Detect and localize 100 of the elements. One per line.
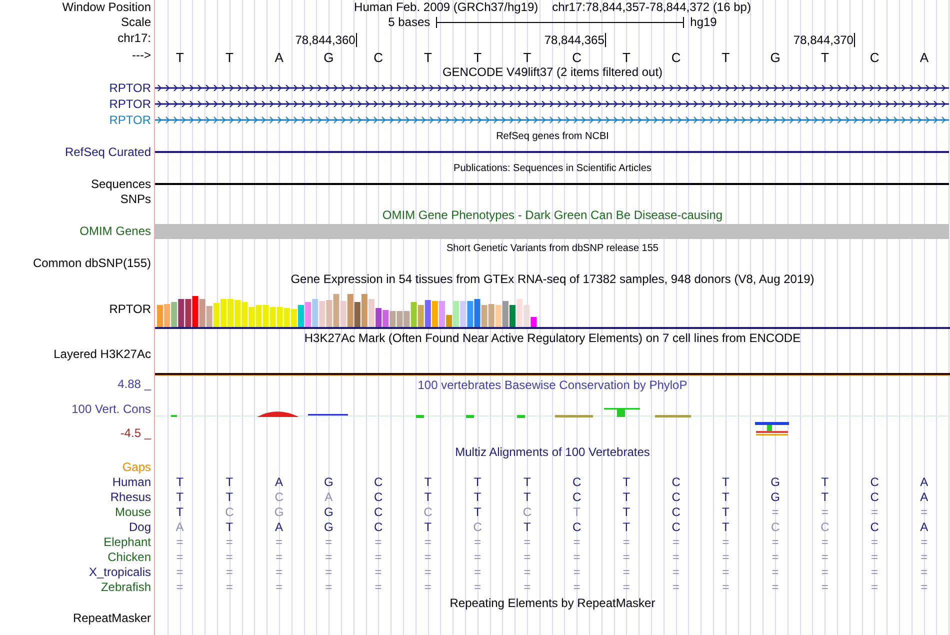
base-letter: G bbox=[770, 48, 780, 64]
alignment-base: T bbox=[622, 491, 630, 504]
alignment-base: = bbox=[276, 551, 283, 564]
alignment-base: = bbox=[920, 566, 928, 579]
gene-track-drawing[interactable] bbox=[155, 83, 949, 93]
alignment-base: G bbox=[324, 476, 334, 489]
alignment-base: = bbox=[276, 566, 283, 579]
position-tick: 78,844,370 bbox=[793, 33, 856, 47]
alignment-base: = bbox=[622, 566, 630, 579]
alignment-base: A bbox=[920, 476, 928, 489]
alignment-base: = bbox=[524, 536, 531, 549]
alignment-base: C bbox=[770, 521, 780, 534]
alignment-base: C bbox=[870, 491, 879, 504]
alignment-base: = bbox=[276, 536, 283, 549]
base-letter: A bbox=[920, 48, 929, 64]
track-label: chr17: bbox=[118, 32, 151, 45]
alignment-base: C bbox=[473, 521, 482, 534]
alignment-base: = bbox=[871, 566, 878, 579]
alignment-base: = bbox=[176, 536, 184, 549]
track-label: ---> bbox=[132, 49, 151, 62]
alignment-base: T bbox=[622, 506, 630, 519]
track-title: GENCODE V49lift37 (2 items filtered out) bbox=[442, 66, 663, 78]
alignment-base: = bbox=[524, 551, 531, 564]
alignment-base: = bbox=[176, 581, 184, 594]
alignment-base: A bbox=[275, 521, 284, 534]
alignment-base: A bbox=[324, 491, 333, 504]
alignment-base: T bbox=[722, 506, 730, 519]
alignment-base: = bbox=[772, 536, 779, 549]
species-label: Elephant bbox=[104, 536, 151, 549]
alignment-base: = bbox=[573, 566, 580, 579]
alignment-base: T bbox=[474, 506, 482, 519]
alignment-base: T bbox=[622, 476, 630, 489]
track-label: Gaps bbox=[122, 461, 151, 474]
alignment-base: T bbox=[722, 521, 730, 534]
alignment-base: = bbox=[424, 551, 432, 564]
alignment-base: = bbox=[672, 536, 680, 549]
alignment-base: = bbox=[325, 581, 332, 594]
alignment-base: C bbox=[672, 491, 680, 504]
alignment-base: G bbox=[770, 476, 780, 489]
base-letter: C bbox=[870, 48, 880, 64]
base-letter: G bbox=[324, 48, 334, 64]
alignment-base: C bbox=[672, 476, 680, 489]
alignment-base: T bbox=[176, 491, 184, 504]
gene-track-drawing[interactable] bbox=[155, 99, 949, 109]
position-tick: 78,844,365 bbox=[544, 33, 606, 47]
species-label: Rhesus bbox=[110, 491, 151, 504]
track-label: RPTOR bbox=[109, 302, 151, 316]
alignment-base: = bbox=[374, 566, 382, 579]
species-label: Dog bbox=[128, 521, 151, 534]
alignment-base: C bbox=[424, 506, 432, 519]
base-letter: T bbox=[474, 48, 482, 64]
alignment-base: G bbox=[324, 506, 334, 519]
alignment-base: T bbox=[821, 476, 829, 489]
alignment-base: C bbox=[870, 476, 879, 489]
alignment-base: = bbox=[474, 536, 482, 549]
alignment-base: = bbox=[871, 551, 878, 564]
alignment-base: C bbox=[225, 506, 234, 519]
gene-label[interactable]: RPTOR bbox=[109, 98, 151, 110]
species-label: Human bbox=[112, 476, 151, 489]
gene-label[interactable]: RPTOR bbox=[109, 114, 151, 126]
alignment-base: = bbox=[573, 581, 580, 594]
alignment-base: C bbox=[374, 521, 383, 534]
axis-min-label: -4.5 _ bbox=[120, 427, 151, 440]
assembly-label: hg19 bbox=[690, 16, 717, 29]
position-tick: 78,844,360 bbox=[295, 33, 358, 47]
track-title: H3K27Ac Mark (Often Found Near Active Regulatory Elements) on 7 cell lines from ENCODE bbox=[304, 332, 801, 345]
alignment-base: = bbox=[871, 581, 878, 594]
base-letter: T bbox=[722, 48, 730, 64]
alignment-base: T bbox=[573, 506, 580, 519]
alignment-base: = bbox=[424, 566, 432, 579]
species-label: X_tropicalis bbox=[88, 566, 151, 579]
alignment-base: = bbox=[920, 536, 928, 549]
alignment-base: C bbox=[870, 521, 879, 534]
gene-label[interactable]: RPTOR bbox=[109, 82, 151, 94]
alignment-base: = bbox=[573, 536, 580, 549]
alignment-base: = bbox=[871, 536, 878, 549]
alignment-base: = bbox=[573, 551, 580, 564]
alignment-base: = bbox=[672, 551, 680, 564]
alignment-base: C bbox=[572, 521, 582, 534]
alignment-base: G bbox=[770, 491, 780, 504]
gene-track-drawing[interactable] bbox=[155, 115, 949, 125]
alignment-base: C bbox=[374, 476, 383, 489]
base-letter: C bbox=[374, 48, 383, 64]
alignment-base: T bbox=[226, 521, 234, 534]
track-title: OMIM Gene Phenotypes - Dark Green Can Be Disease-causing bbox=[382, 208, 723, 222]
alignment-base: = bbox=[474, 581, 482, 594]
alignment-base: G bbox=[324, 521, 334, 534]
alignment-base: C bbox=[672, 521, 680, 534]
alignment-base: T bbox=[226, 476, 234, 489]
alignment-base: = bbox=[374, 536, 382, 549]
alignment-base: T bbox=[176, 476, 184, 489]
alignment-base: = bbox=[772, 506, 779, 519]
alignment-base: = bbox=[176, 551, 184, 564]
alignment-base: = bbox=[374, 581, 382, 594]
base-letter: T bbox=[225, 48, 234, 64]
assembly-title: Human Feb. 2009 (GRCh37/hg19) bbox=[354, 1, 538, 14]
track-label: Layered H3K27Ac bbox=[54, 348, 151, 361]
alignment-base: = bbox=[622, 551, 630, 564]
alignment-base: T bbox=[524, 491, 531, 504]
track-title: 100 vertebrates Basewise Conservation by PhyloP bbox=[418, 379, 688, 392]
